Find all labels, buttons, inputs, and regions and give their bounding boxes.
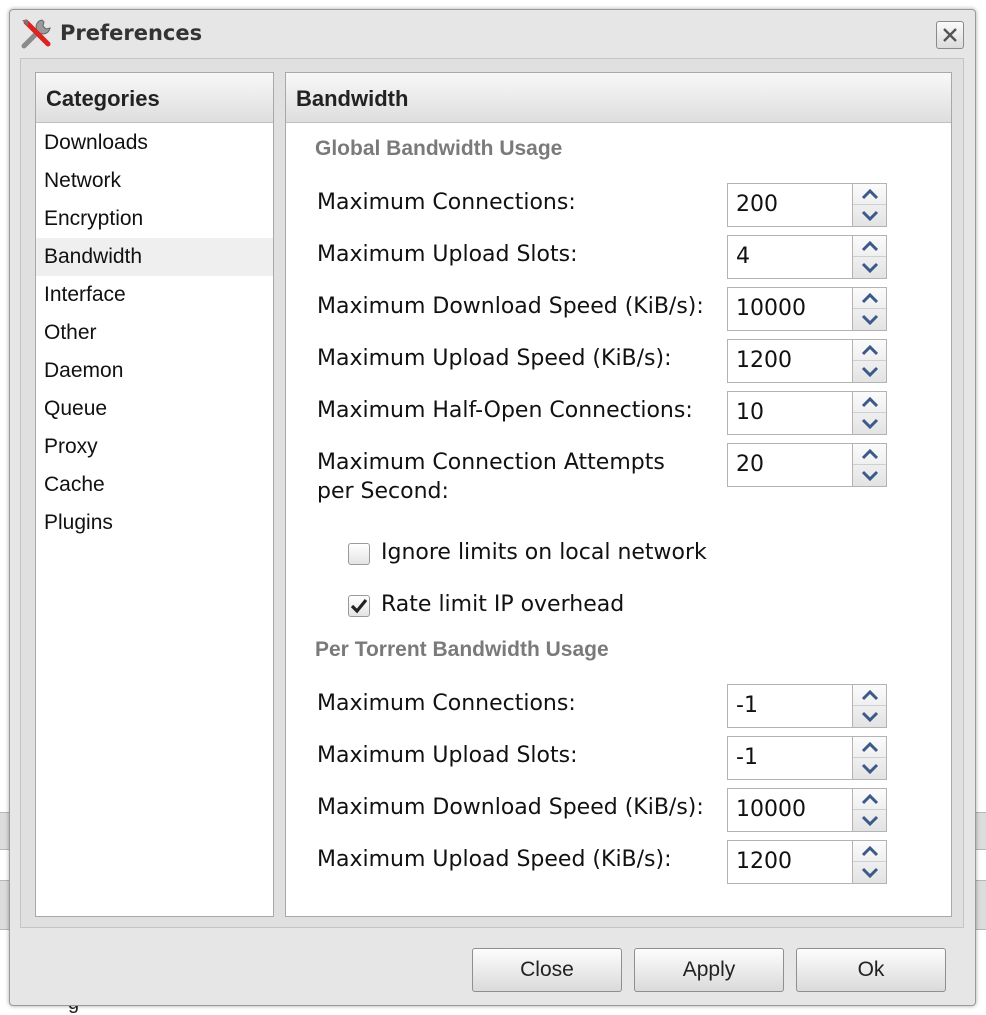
category-daemon[interactable]: Daemon <box>36 352 273 390</box>
field-label: Maximum Connections: <box>317 691 576 716</box>
spinner-buttons <box>852 288 886 330</box>
chevron-down-icon[interactable] <box>853 361 886 382</box>
field-label: Maximum Upload Slots: <box>317 242 578 267</box>
close-button[interactable]: Close <box>472 948 622 992</box>
torrent-max-connections-spinner[interactable]: -1 <box>727 684 887 728</box>
close-icon[interactable] <box>936 21 964 49</box>
spinner-value[interactable]: 10000 <box>736 296 806 321</box>
spinner-value[interactable]: 10 <box>736 400 764 425</box>
field-label: Maximum Connections: <box>317 190 576 215</box>
dialog-title: Preferences <box>60 21 203 45</box>
spinner-buttons <box>852 789 886 831</box>
chevron-up-icon[interactable] <box>853 444 886 465</box>
checkbox-label: Ignore limits on local network <box>381 540 707 565</box>
chevron-up-icon[interactable] <box>853 340 886 361</box>
global-max-connections-spinner[interactable]: 200 <box>727 183 887 227</box>
spinner-buttons <box>852 236 886 278</box>
field-label: Maximum Upload Slots: <box>317 743 578 768</box>
categories-list: Downloads Network Encryption Bandwidth I… <box>36 124 273 542</box>
category-network[interactable]: Network <box>36 162 273 200</box>
chevron-up-icon[interactable] <box>853 789 886 810</box>
dialog-body: Categories Downloads Network Encryption … <box>20 58 964 928</box>
categories-header: Categories <box>36 73 273 123</box>
bandwidth-header: Bandwidth <box>286 73 951 123</box>
bandwidth-panel: Bandwidth Global Bandwidth Usage Maximum… <box>285 72 952 917</box>
chevron-down-icon[interactable] <box>853 862 886 883</box>
category-interface[interactable]: Interface <box>36 276 273 314</box>
global-max-download-speed-spinner[interactable]: 10000 <box>727 287 887 331</box>
global-max-upload-speed-spinner[interactable]: 1200 <box>727 339 887 383</box>
chevron-up-icon[interactable] <box>853 737 886 758</box>
spinner-buttons <box>852 841 886 883</box>
chevron-up-icon[interactable] <box>853 288 886 309</box>
chevron-down-icon[interactable] <box>853 706 886 727</box>
category-encryption[interactable]: Encryption <box>36 200 273 238</box>
chevron-down-icon[interactable] <box>853 810 886 831</box>
category-other[interactable]: Other <box>36 314 273 352</box>
chevron-down-icon[interactable] <box>853 413 886 434</box>
ignore-local-limits-checkbox[interactable] <box>348 543 370 565</box>
category-plugins[interactable]: Plugins <box>36 504 273 542</box>
spinner-value[interactable]: -1 <box>736 693 758 718</box>
spinner-buttons <box>852 737 886 779</box>
apply-button[interactable]: Apply <box>634 948 784 992</box>
category-cache[interactable]: Cache <box>36 466 273 504</box>
category-queue[interactable]: Queue <box>36 390 273 428</box>
spinner-value[interactable]: 1200 <box>736 849 792 874</box>
field-label: Maximum Half-Open Connections: <box>317 398 693 423</box>
ok-button[interactable]: Ok <box>796 948 946 992</box>
chevron-down-icon[interactable] <box>853 465 886 486</box>
chevron-down-icon[interactable] <box>853 257 886 278</box>
checkmark-icon <box>350 598 368 614</box>
field-label: Maximum Upload Speed (KiB/s): <box>317 847 672 872</box>
field-label: Maximum Download Speed (KiB/s): <box>317 795 704 820</box>
spinner-buttons <box>852 685 886 727</box>
category-bandwidth[interactable]: Bandwidth <box>36 238 273 276</box>
spinner-value[interactable]: 200 <box>736 192 778 217</box>
chevron-up-icon[interactable] <box>853 841 886 862</box>
dialog-titlebar[interactable]: Preferences <box>10 10 975 58</box>
torrent-max-upload-speed-spinner[interactable]: 1200 <box>727 840 887 884</box>
spinner-buttons <box>852 184 886 226</box>
spinner-value[interactable]: 10000 <box>736 797 806 822</box>
rate-limit-ip-overhead-checkbox[interactable] <box>348 595 370 617</box>
chevron-down-icon[interactable] <box>853 309 886 330</box>
global-max-connection-attempts-spinner[interactable]: 20 <box>727 443 887 487</box>
chevron-up-icon[interactable] <box>853 685 886 706</box>
spinner-value[interactable]: 20 <box>736 452 764 477</box>
checkbox-label: Rate limit IP overhead <box>381 592 625 617</box>
categories-panel: Categories Downloads Network Encryption … <box>35 72 274 917</box>
chevron-up-icon[interactable] <box>853 392 886 413</box>
field-label: Maximum Connection Attempts per Second: <box>317 450 665 504</box>
spinner-buttons <box>852 444 886 486</box>
field-label: Maximum Upload Speed (KiB/s): <box>317 346 672 371</box>
field-label: Maximum Download Speed (KiB/s): <box>317 294 704 319</box>
global-bandwidth-title: Global Bandwidth Usage <box>315 137 563 160</box>
torrent-max-upload-slots-spinner[interactable]: -1 <box>727 736 887 780</box>
spinner-value[interactable]: 4 <box>736 244 750 269</box>
chevron-up-icon[interactable] <box>853 184 886 205</box>
chevron-up-icon[interactable] <box>853 236 886 257</box>
tools-icon <box>21 19 51 49</box>
category-proxy[interactable]: Proxy <box>36 428 273 466</box>
spinner-value[interactable]: 1200 <box>736 348 792 373</box>
spinner-buttons <box>852 340 886 382</box>
torrent-max-download-speed-spinner[interactable]: 10000 <box>727 788 887 832</box>
per-torrent-bandwidth-title: Per Torrent Bandwidth Usage <box>315 638 609 661</box>
category-downloads[interactable]: Downloads <box>36 124 273 162</box>
chevron-down-icon[interactable] <box>853 205 886 226</box>
spinner-buttons <box>852 392 886 434</box>
preferences-dialog: Preferences Categories Downloads Network… <box>9 9 976 1006</box>
spinner-value[interactable]: -1 <box>736 745 758 770</box>
global-max-upload-slots-spinner[interactable]: 4 <box>727 235 887 279</box>
chevron-down-icon[interactable] <box>853 758 886 779</box>
global-max-half-open-spinner[interactable]: 10 <box>727 391 887 435</box>
